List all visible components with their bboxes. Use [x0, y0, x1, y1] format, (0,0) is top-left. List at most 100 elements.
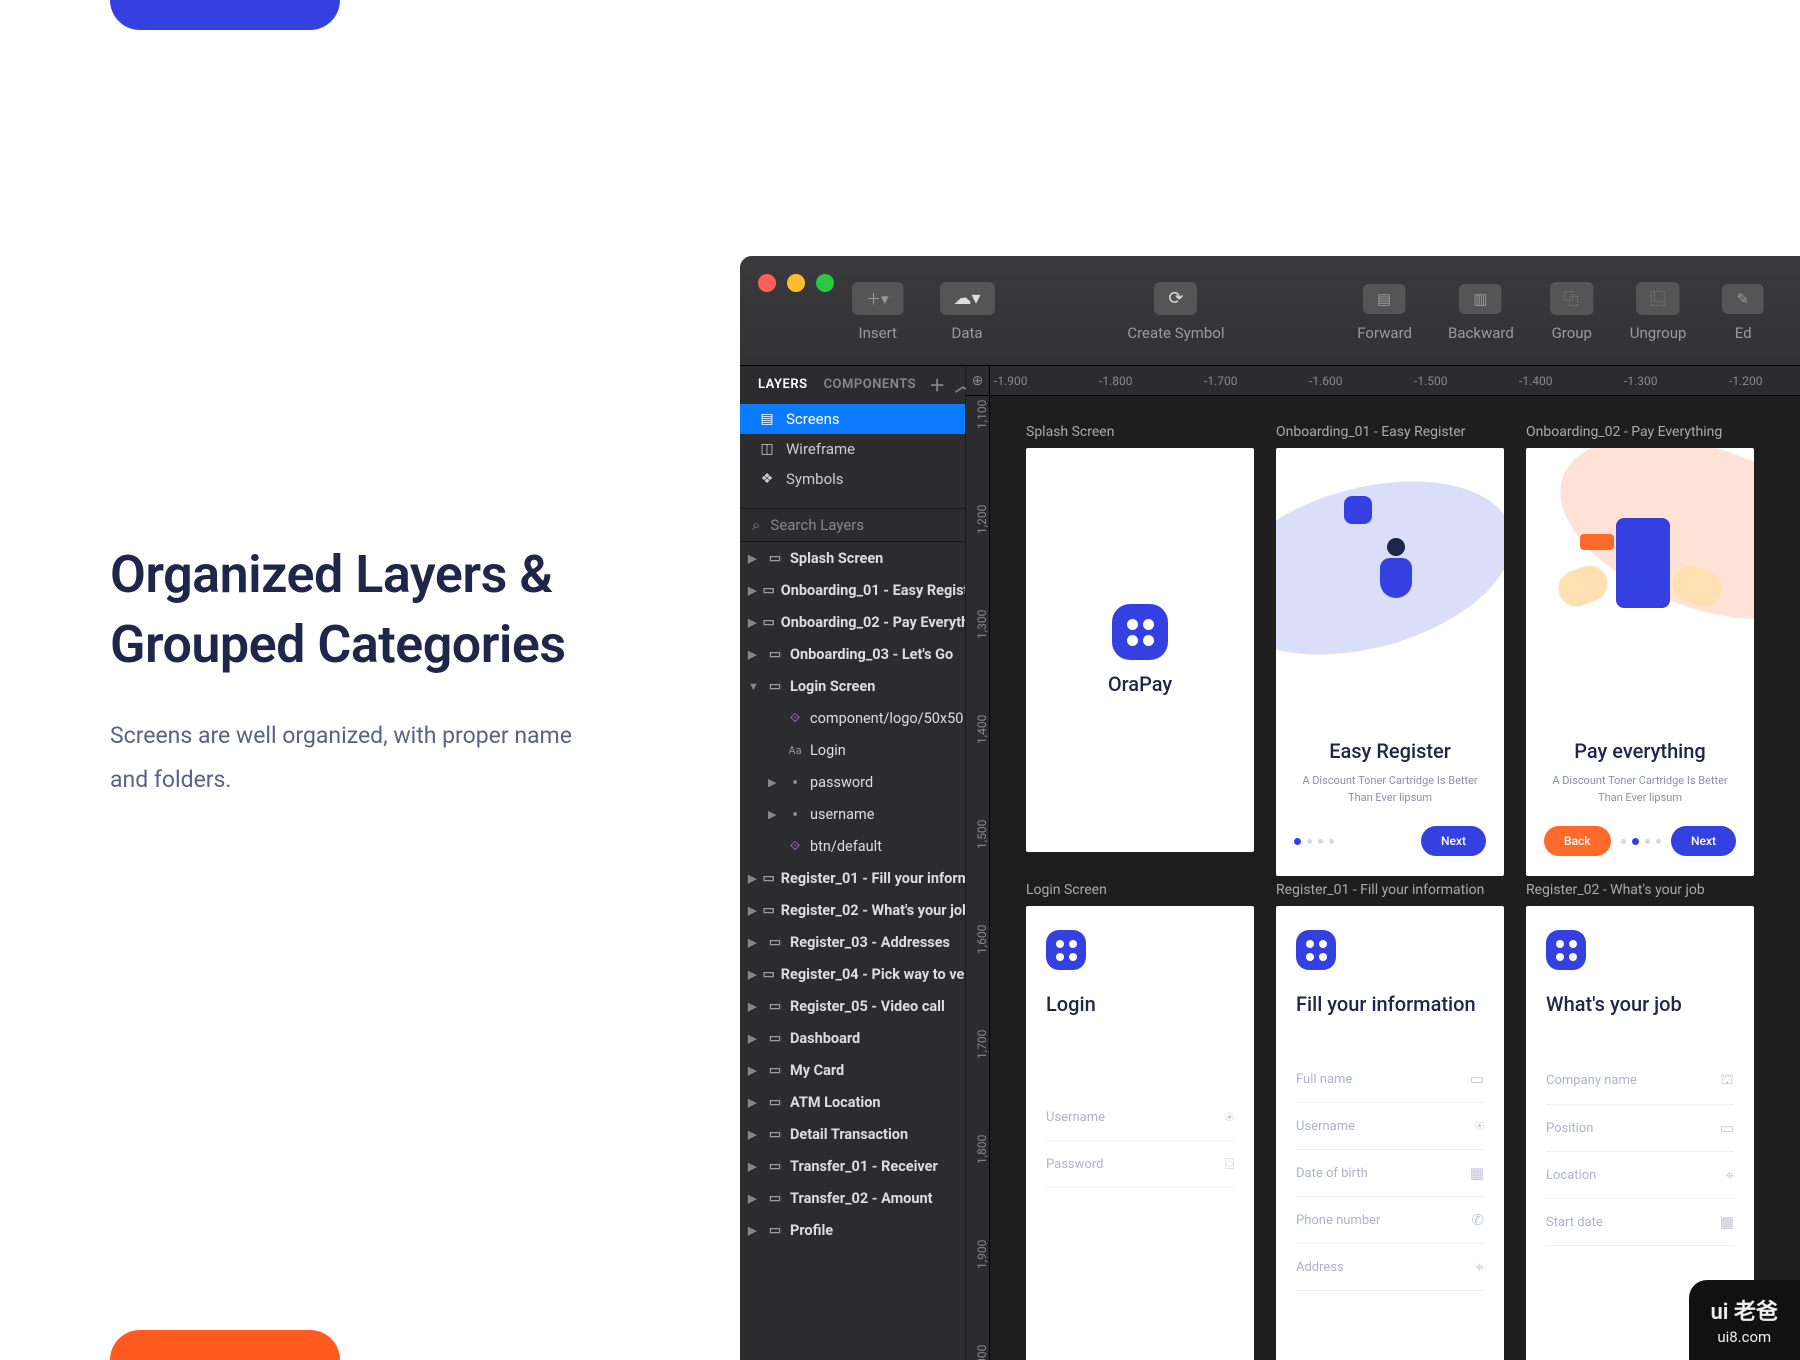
layer-row[interactable]: ▶▭ATM Location	[740, 1086, 965, 1118]
username-field[interactable]: Username⍟	[1046, 1094, 1234, 1141]
fullname-field[interactable]: Full name▭	[1296, 1056, 1484, 1103]
layer-type-icon: ▭	[766, 647, 784, 662]
page-symbols[interactable]: ❖Symbols	[740, 464, 965, 494]
expand-arrow-icon[interactable]: ▶	[748, 552, 760, 565]
toolbar-group[interactable]: ⿻Group	[1532, 256, 1612, 365]
layer-type-icon: ▭	[766, 1063, 784, 1078]
expand-arrow-icon[interactable]: ▶	[748, 1192, 760, 1205]
expand-arrow-icon[interactable]: ▶	[748, 1160, 760, 1173]
toolbar-ungroup[interactable]: ⿺Ungroup	[1612, 256, 1705, 365]
layer-row[interactable]: ▶▭Onboarding_02 - Pay Everythi…	[740, 606, 965, 638]
address-field[interactable]: Address⌖	[1296, 1244, 1484, 1291]
toolbar-forward[interactable]: ▤Forward	[1339, 256, 1430, 365]
minimize-window-button[interactable]	[787, 274, 805, 292]
dob-field[interactable]: Date of birth▦	[1296, 1150, 1484, 1197]
layer-row[interactable]: ▼▭Login Screen	[740, 670, 965, 702]
orapay-logo-icon	[1546, 930, 1586, 970]
layers-list: ▶▭Splash Screen▶▭Onboarding_01 - Easy Re…	[740, 542, 965, 1360]
layer-row[interactable]: ▶▭Profile	[740, 1214, 965, 1246]
expand-arrow-icon[interactable]: ▶	[748, 968, 756, 981]
expand-arrow-icon[interactable]: ▶	[748, 936, 760, 949]
layer-row[interactable]: ▶▭Register_05 - Video call	[740, 990, 965, 1022]
phone-icon: ✆	[1471, 1211, 1484, 1229]
zoom-window-button[interactable]	[816, 274, 834, 292]
expand-arrow-icon[interactable]: ▼	[748, 680, 760, 693]
layer-row[interactable]: ▶▭Dashboard	[740, 1022, 965, 1054]
layer-row[interactable]: ▶▭Detail Transaction	[740, 1118, 965, 1150]
layer-row[interactable]: ▶▭Splash Screen	[740, 542, 965, 574]
layer-type-icon: ▭	[762, 967, 774, 982]
expand-arrow-icon[interactable]: ▶	[748, 584, 756, 597]
layer-type-icon: ⟐	[786, 711, 804, 726]
toolbar-create-symbol[interactable]: ⟳ Create Symbol	[1109, 256, 1242, 365]
artboard-register-1[interactable]: Register_01 - Fill your information Fill…	[1276, 882, 1504, 1360]
layer-type-icon: ▪	[786, 774, 804, 790]
startdate-field[interactable]: Start date▦	[1546, 1199, 1734, 1246]
chat-bubble-icon	[1344, 496, 1372, 524]
expand-arrow-icon[interactable]: ▶	[748, 872, 756, 885]
watermark: ui 老爸 ui8.com	[1689, 1280, 1800, 1360]
password-field[interactable]: Password⌼	[1046, 1141, 1234, 1188]
artboard-login[interactable]: Login Screen Login Username⍟ Password⌼	[1026, 882, 1254, 1360]
expand-arrow-icon[interactable]: ▶	[748, 1000, 760, 1013]
username-field[interactable]: Username⍟	[1296, 1103, 1484, 1150]
expand-arrow-icon[interactable]: ▶	[748, 904, 756, 917]
company-field[interactable]: Company name⛫	[1546, 1056, 1734, 1105]
expand-arrow-icon[interactable]: ▶	[748, 1096, 760, 1109]
expand-arrow-icon[interactable]: ▶	[748, 1064, 760, 1077]
back-button[interactable]: Back	[1544, 826, 1611, 856]
next-button[interactable]: Next	[1421, 826, 1486, 856]
map-pin-icon: ⌖	[1726, 1166, 1734, 1184]
expand-arrow-icon[interactable]: ▶	[748, 648, 760, 661]
canvas[interactable]: Splash Screen OraPay Onboarding_01 - Eas…	[990, 396, 1800, 1360]
expand-arrow-icon[interactable]: ▶	[768, 776, 780, 789]
expand-arrow-icon[interactable]: ▶	[748, 1032, 760, 1045]
layer-row[interactable]: ⟐component/logo/50x50	[740, 702, 965, 734]
expand-arrow-icon[interactable]: ▶	[768, 808, 780, 821]
layer-row[interactable]: ▶▭Register_02 - What's your job	[740, 894, 965, 926]
toolbar-insert[interactable]: ＋▾ Insert	[834, 256, 922, 365]
ruler-origin[interactable]: ⊕	[966, 366, 990, 396]
layer-row[interactable]: ▶▭Transfer_01 - Receiver	[740, 1150, 965, 1182]
toolbar-data[interactable]: ☁︎▾ Data	[922, 256, 1013, 365]
page-icon: ❖	[758, 471, 776, 487]
canvas-area: ⊕ -1.900-1.800-1.700-1.600-1.500-1.400-1…	[966, 366, 1800, 1360]
page-dots	[1294, 838, 1334, 845]
layer-row[interactable]: ▶▭Transfer_02 - Amount	[740, 1182, 965, 1214]
position-field[interactable]: Position▭	[1546, 1105, 1734, 1152]
artboard-onboarding-2[interactable]: Onboarding_02 - Pay Everything Pay every…	[1526, 424, 1754, 852]
edit-icon: ✎	[1722, 284, 1764, 314]
layer-type-icon: ▭	[762, 615, 774, 630]
layer-row[interactable]: ▶▭Register_03 - Addresses	[740, 926, 965, 958]
tab-layers[interactable]: LAYERS	[750, 377, 816, 392]
promo-subtext: Screens are well organized, with proper …	[110, 714, 660, 801]
add-page-icon[interactable]: ＋	[924, 372, 950, 396]
layer-row[interactable]: ▶▭Onboarding_01 - Easy Register	[740, 574, 965, 606]
expand-arrow-icon[interactable]: ▶	[748, 1128, 760, 1141]
layer-row[interactable]: ▶▪password	[740, 766, 965, 798]
layer-row[interactable]: AaLogin	[740, 734, 965, 766]
forward-icon: ▤	[1363, 284, 1406, 314]
layer-type-icon: ▭	[766, 1223, 784, 1238]
phone-field[interactable]: Phone number✆	[1296, 1197, 1484, 1244]
layer-row[interactable]: ▶▪username	[740, 798, 965, 830]
artboard-splash[interactable]: Splash Screen OraPay	[1026, 424, 1254, 852]
close-window-button[interactable]	[758, 274, 776, 292]
expand-arrow-icon[interactable]: ▶	[748, 1224, 760, 1237]
location-field[interactable]: Location⌖	[1546, 1152, 1734, 1199]
tab-components[interactable]: COMPONENTS	[816, 377, 925, 392]
layer-row[interactable]: ⟐btn/default	[740, 830, 965, 862]
layer-row[interactable]: ▶▭Register_01 - Fill your informa…	[740, 862, 965, 894]
toolbar-backward[interactable]: ▥Backward	[1430, 256, 1532, 365]
layer-search[interactable]: ⌕ Search Layers	[740, 508, 965, 542]
layer-row[interactable]: ▶▭Register_04 - Pick way to verify	[740, 958, 965, 990]
layer-row[interactable]: ▶▭Onboarding_03 - Let's Go	[740, 638, 965, 670]
page-screens[interactable]: ▤Screens	[740, 404, 965, 434]
artboard-onboarding-1[interactable]: Onboarding_01 - Easy Register Easy Regis…	[1276, 424, 1504, 852]
next-button[interactable]: Next	[1671, 826, 1736, 856]
toolbar-edit[interactable]: ✎Ed	[1704, 256, 1782, 365]
expand-arrow-icon[interactable]: ▶	[748, 616, 756, 629]
page-wireframe[interactable]: ◫Wireframe	[740, 434, 965, 464]
create-symbol-icon: ⟳	[1154, 282, 1197, 315]
layer-row[interactable]: ▶▭My Card	[740, 1054, 965, 1086]
